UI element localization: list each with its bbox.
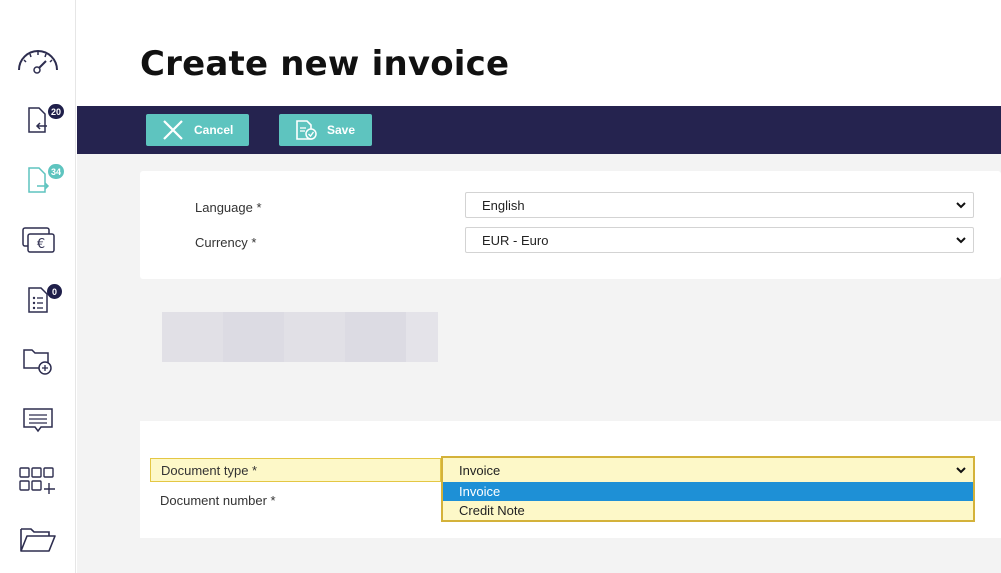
language-select[interactable]: English — [465, 192, 974, 218]
save-label: Save — [327, 123, 356, 137]
tasks-badge: 0 — [47, 284, 62, 299]
save-button[interactable]: Save — [279, 114, 372, 146]
euro-wallet-icon: € — [22, 227, 55, 253]
sidebar-item-apps[interactable] — [0, 455, 76, 505]
incoming-badge: 20 — [48, 104, 65, 119]
option-invoice[interactable]: Invoice — [443, 482, 973, 501]
currency-select[interactable]: EUR - Euro — [465, 227, 974, 253]
folder-add-icon — [23, 349, 52, 375]
currency-label: Currency * — [195, 235, 257, 250]
document-type-select[interactable]: Invoice — [441, 456, 975, 484]
open-folder-icon — [20, 528, 56, 552]
sidebar: 20 34 € 0 — [0, 0, 76, 573]
document-check-icon — [291, 119, 321, 141]
sidebar-item-payments[interactable]: € — [0, 215, 76, 265]
svg-text:€: € — [37, 237, 45, 252]
loading-placeholder — [162, 312, 438, 362]
document-type-dropdown: Invoice Credit Note — [441, 482, 975, 522]
sidebar-item-folders[interactable] — [0, 515, 76, 565]
settings-card: Language * English Currency * EUR - Euro — [140, 171, 1001, 279]
document-type-value: Invoice — [459, 462, 501, 478]
speedometer-icon — [18, 50, 58, 74]
sidebar-item-incoming[interactable]: 20 — [0, 95, 76, 145]
language-value: English — [482, 197, 525, 213]
page: 20 34 € 0 Create new invoice Cancel Save… — [0, 0, 1001, 573]
currency-value: EUR - Euro — [482, 232, 549, 248]
main-content: Create new invoice Cancel Save Language … — [77, 0, 1001, 573]
outgoing-badge: 34 — [48, 164, 65, 179]
sidebar-item-tasks[interactable]: 0 — [0, 275, 76, 325]
close-icon — [158, 119, 188, 141]
toolbar: Cancel Save — [77, 106, 1001, 154]
sidebar-item-outgoing[interactable]: 34 — [0, 155, 76, 205]
sidebar-item-add-folder[interactable] — [0, 335, 76, 385]
chevron-down-icon — [956, 467, 966, 474]
document-card: Document type * Invoice Invoice Credit N… — [140, 421, 1001, 538]
sidebar-item-messages[interactable] — [0, 395, 76, 445]
chevron-down-icon — [956, 202, 966, 209]
grid-add-icon — [19, 467, 55, 494]
option-credit-note[interactable]: Credit Note — [443, 501, 973, 520]
cancel-label: Cancel — [194, 123, 234, 137]
document-number-label: Document number * — [160, 493, 276, 508]
page-title: Create new invoice — [140, 44, 510, 84]
message-icon — [23, 408, 53, 433]
chevron-down-icon — [956, 237, 966, 244]
sidebar-item-dashboard[interactable] — [0, 35, 76, 85]
cancel-button[interactable]: Cancel — [146, 114, 249, 146]
language-label: Language * — [195, 200, 262, 215]
document-type-label: Document type * — [150, 458, 441, 482]
